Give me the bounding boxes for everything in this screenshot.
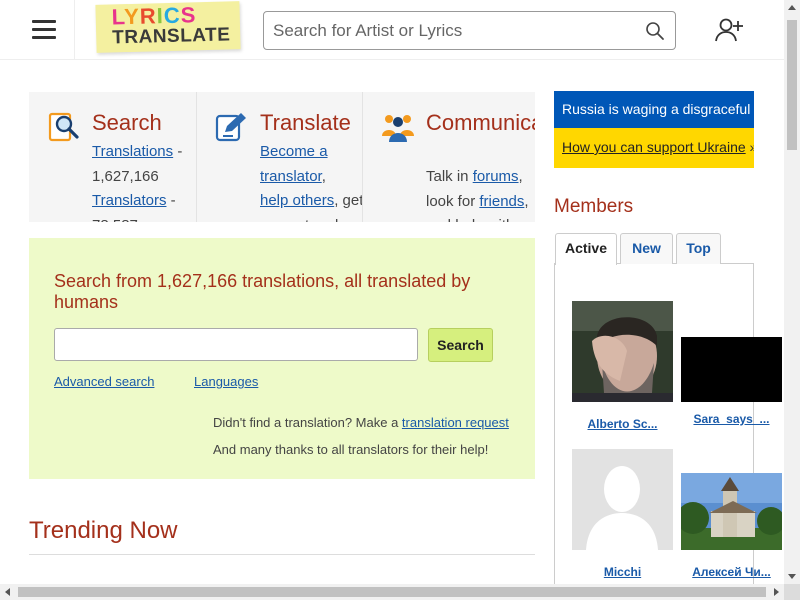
- member-card: Alberto Sc...: [572, 301, 673, 431]
- feature-search: Search Translations - 1,627,166 Translat…: [29, 92, 197, 222]
- translators-link[interactable]: Translators: [92, 192, 166, 209]
- feature-title: Search: [92, 110, 162, 135]
- member-card: Алексей Чи...: [677, 473, 785, 579]
- feature-title: Communicate: [426, 110, 535, 135]
- feature-text: Translations - 1,627,166 Translators - 7…: [92, 143, 183, 222]
- feature-text: Become a translator, help others, get re…: [260, 143, 363, 222]
- member-avatar[interactable]: [677, 473, 785, 550]
- member-card: Sara_says_...: [681, 337, 782, 426]
- search-input[interactable]: [264, 12, 624, 49]
- vertical-scrollbar[interactable]: [784, 0, 800, 584]
- advanced-search-link[interactable]: Advanced search: [54, 374, 154, 389]
- member-avatar[interactable]: [572, 449, 673, 550]
- site-header: LYRICS TRANSLATE: [0, 0, 784, 60]
- site-logo[interactable]: LYRICS TRANSLATE: [95, 1, 241, 53]
- translation-search-panel: Search from 1,627,166 translations, all …: [29, 238, 535, 479]
- add-user-icon[interactable]: [714, 15, 744, 45]
- feature-title: Translate: [260, 110, 351, 135]
- horizontal-scrollbar[interactable]: [0, 584, 784, 600]
- ukraine-banner: Russia is waging a disgraceful war on Uk…: [554, 91, 754, 168]
- translation-search-input[interactable]: [54, 328, 418, 361]
- header-divider: [74, 0, 75, 60]
- tab-top[interactable]: Top: [676, 233, 721, 264]
- languages-link[interactable]: Languages: [194, 374, 258, 389]
- community-icon: [382, 115, 414, 142]
- logo-bottom-text: TRANSLATE: [111, 24, 231, 49]
- scroll-up-icon[interactable]: [788, 5, 796, 10]
- members-heading: Members: [554, 196, 634, 217]
- scroll-down-icon[interactable]: [788, 574, 796, 579]
- features-strip: Search Translations - 1,627,166 Translat…: [29, 92, 535, 222]
- feature-communicate: Communicate Talk in forums, look for fri…: [363, 92, 535, 222]
- support-ukraine-link[interactable]: How you can support Ukraine: [562, 139, 746, 155]
- search-icon[interactable]: [645, 21, 665, 41]
- member-name[interactable]: Sara_says_...: [681, 412, 782, 426]
- tab-new[interactable]: New: [620, 233, 673, 264]
- feature-text: Talk in forums, look for friends, and he…: [426, 168, 529, 222]
- forums-link[interactable]: forums: [473, 168, 519, 185]
- tab-active[interactable]: Active: [555, 233, 617, 265]
- scrollbar-thumb[interactable]: [18, 587, 766, 597]
- translations-link[interactable]: Translations: [92, 143, 173, 160]
- request-prompt: Didn't find a translation? Make a transl…: [213, 415, 509, 430]
- scrollbar-thumb[interactable]: [787, 20, 797, 150]
- member-name[interactable]: Alberto Sc...: [572, 417, 673, 431]
- scroll-right-icon[interactable]: [774, 588, 779, 596]
- search-button[interactable]: Search: [428, 328, 493, 362]
- members-panel: Alberto Sc... Sara_says_... Micchi Алекс…: [554, 264, 785, 584]
- help-others-link[interactable]: help others: [260, 192, 334, 209]
- friends-link[interactable]: friends: [479, 193, 524, 210]
- search-panel-title: Search from 1,627,166 translations, all …: [54, 271, 471, 312]
- member-name[interactable]: Алексей Чи...: [681, 565, 782, 579]
- members-tabs: Active New Top: [554, 233, 754, 265]
- thanks-text: And many thanks to all translators for t…: [213, 442, 489, 457]
- scrollbar-corner: [784, 584, 800, 600]
- trending-divider: [29, 554, 535, 555]
- scroll-left-icon[interactable]: [5, 588, 10, 596]
- search-document-icon: [48, 112, 79, 142]
- ukraine-message: Russia is waging a disgraceful war on Uk…: [554, 91, 754, 128]
- member-avatar[interactable]: [572, 301, 673, 402]
- trending-heading: Trending Now: [29, 517, 178, 544]
- menu-icon[interactable]: [32, 20, 56, 40]
- translation-request-link[interactable]: translation request: [402, 415, 509, 430]
- ukraine-support: How you can support Ukraine »: [554, 128, 754, 168]
- edit-document-icon: [215, 113, 246, 142]
- member-avatar[interactable]: [681, 337, 782, 402]
- member-card: Micchi: [572, 449, 673, 579]
- become-translator-link[interactable]: Become a translator: [260, 143, 328, 185]
- feature-translate: Translate Become a translator, help othe…: [197, 92, 363, 222]
- member-name[interactable]: Micchi: [572, 565, 673, 579]
- header-search: [263, 11, 676, 50]
